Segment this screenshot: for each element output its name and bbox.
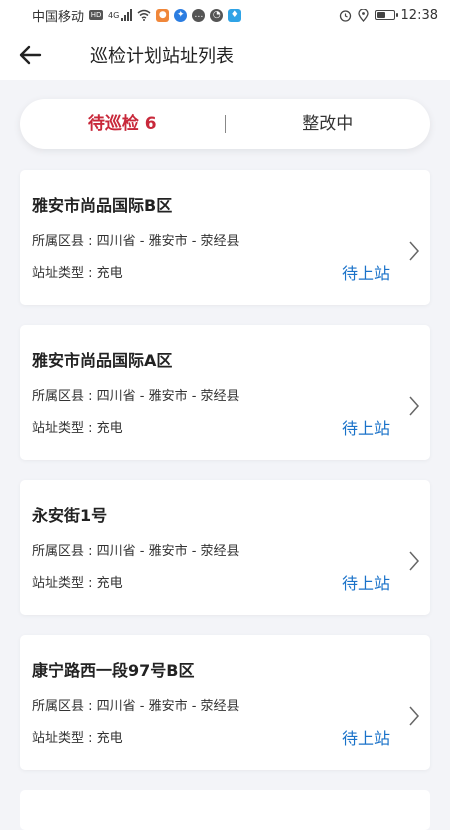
status-bar: 中国移动 HD 4G ● ✦ … ◔ ♦ 12:38 [0,0,450,30]
page-title: 巡检计划站址列表 [90,46,234,67]
location-icon [357,8,369,22]
back-button[interactable] [0,30,60,80]
site-status: 待上站 [341,419,390,438]
hd-icon: HD [89,10,104,20]
site-name: 雅安市尚品国际B区 [32,196,173,215]
wifi-icon [137,9,151,21]
app-notification-icon: ♦ [228,8,242,22]
site-card-partial[interactable] [20,790,430,830]
site-region: 所属区县 : 四川省 - 雅安市 - 荥经县 [32,699,240,714]
notification-app-icon: ● [156,8,170,22]
site-status: 待上站 [341,574,390,593]
site-name: 永安街1号 [32,506,108,525]
site-region: 所属区县 : 四川省 - 雅安市 - 荥经县 [32,234,240,249]
site-status: 待上站 [341,264,390,283]
chevron-right-icon [409,551,420,571]
chevron-right-icon [409,396,420,416]
site-name: 雅安市尚品国际A区 [32,351,173,370]
chevron-right-icon [409,241,420,261]
clock-app-icon: ◔ [210,8,224,22]
site-region: 所属区县 : 四川省 - 雅安市 - 荥经县 [32,544,240,559]
site-card[interactable]: 雅安市尚品国际B区 所属区县 : 四川省 - 雅安市 - 荥经县 站址类型 : … [20,170,430,305]
site-type: 站址类型 : 充电 [32,576,123,591]
chat-bubble-icon: … [192,8,206,22]
site-region: 所属区县 : 四川省 - 雅安市 - 荥经县 [32,389,240,404]
clock-time: 12:38 [400,7,438,23]
tab-bar: 待巡检 6 整改中 [20,99,430,149]
app-header: 巡检计划站址列表 [0,30,450,80]
site-card[interactable]: 雅安市尚品国际A区 所属区县 : 四川省 - 雅安市 - 荥经县 站址类型 : … [20,325,430,460]
site-status: 待上站 [341,729,390,748]
network-label: 4G [108,10,120,20]
tab-pending-inspection[interactable]: 待巡检 6 [20,99,225,149]
status-right: 12:38 [339,8,438,23]
signal-icon [121,9,133,21]
chevron-right-icon [409,706,420,726]
site-type: 站址类型 : 充电 [32,266,123,281]
message-app-icon: ✦ [174,8,188,22]
carrier-label: 中国移动 [32,9,85,25]
site-card[interactable]: 康宁路西一段97号B区 所属区县 : 四川省 - 雅安市 - 荥经县 站址类型 … [20,635,430,770]
alarm-icon [339,9,351,22]
site-type: 站址类型 : 充电 [32,731,123,746]
status-left: 中国移动 HD 4G ● ✦ … ◔ ♦ [32,6,242,25]
site-card[interactable]: 永安街1号 所属区县 : 四川省 - 雅安市 - 荥经县 站址类型 : 充电 待… [20,480,430,615]
arrow-left-icon [19,45,42,65]
tab-rectifying[interactable]: 整改中 [226,99,431,149]
site-type: 站址类型 : 充电 [32,421,123,436]
battery-icon [374,10,398,20]
site-name: 康宁路西一段97号B区 [32,661,195,680]
